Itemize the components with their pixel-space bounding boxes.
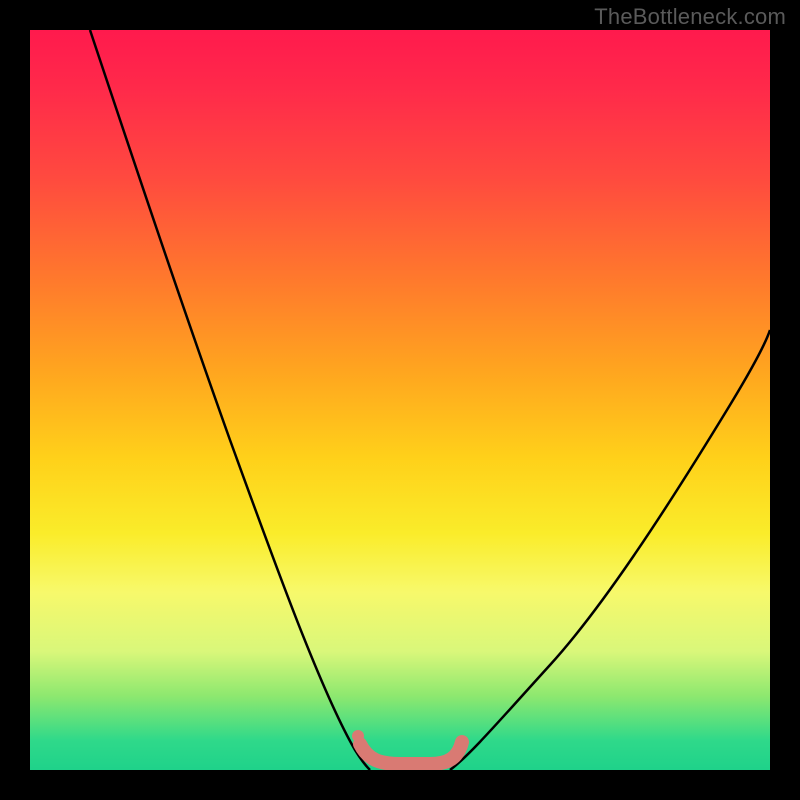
- chart-plot-area: [30, 30, 770, 770]
- watermark-text: TheBottleneck.com: [594, 4, 786, 30]
- chart-svg: [30, 30, 770, 770]
- valley-marker: [360, 742, 462, 764]
- chart-frame: TheBottleneck.com: [0, 0, 800, 800]
- curve-left-branch: [90, 30, 370, 770]
- valley-marker-dot: [352, 730, 364, 742]
- curve-right-branch: [450, 330, 770, 770]
